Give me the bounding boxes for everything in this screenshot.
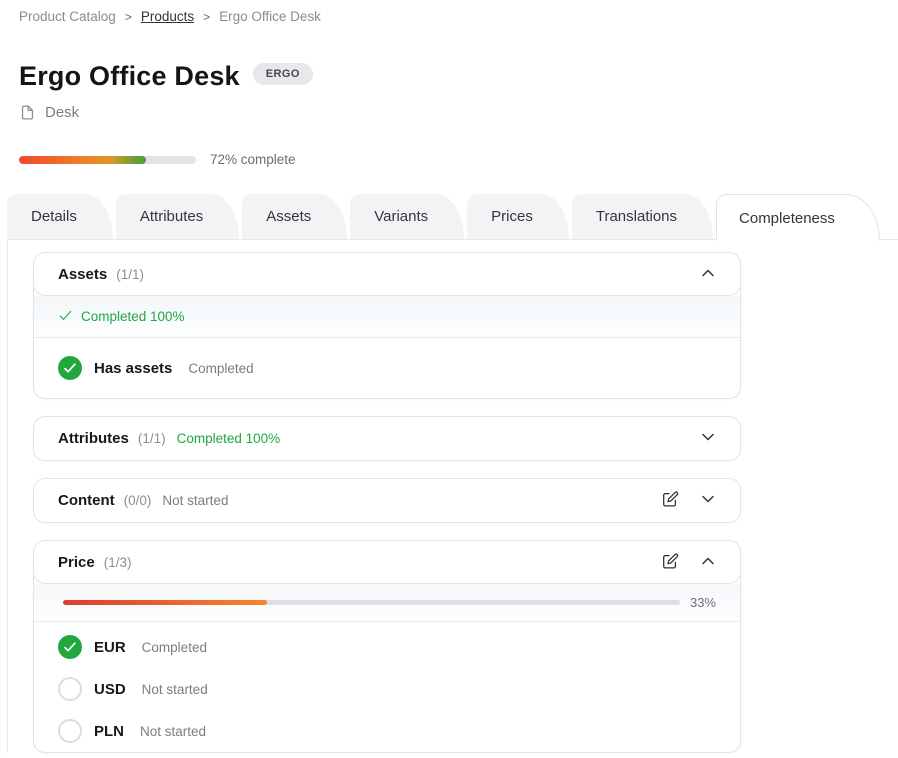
chevron-up-icon (700, 553, 716, 572)
assets-summary-label: Completed 100% (81, 309, 185, 324)
price-progress-bar (63, 600, 680, 605)
section-title: Assets (58, 266, 107, 283)
collapse-button[interactable] (700, 265, 716, 284)
section-count: (1/3) (104, 555, 132, 570)
category-row: Desk (19, 104, 898, 121)
section-count: (1/1) (116, 267, 144, 282)
breadcrumb-separator: > (203, 10, 210, 24)
tab-label: Details (31, 208, 77, 225)
currency-status: Not started (142, 682, 208, 697)
section-status: Completed 100% (177, 431, 281, 446)
overall-progress-bar (19, 156, 196, 164)
tab-label: Variants (374, 208, 428, 225)
section-title: Attributes (58, 430, 129, 447)
expand-button[interactable] (700, 491, 716, 510)
collapse-button[interactable] (700, 553, 716, 572)
edit-button[interactable] (661, 490, 679, 511)
edit-icon (661, 490, 679, 511)
price-progress-fill (63, 600, 267, 605)
check-circle-icon (58, 356, 82, 380)
edit-icon (661, 552, 679, 573)
tab-label: Attributes (140, 208, 203, 225)
file-icon (19, 104, 36, 121)
empty-circle-icon (58, 719, 82, 743)
breadcrumb-separator: > (125, 10, 132, 24)
price-row-pln: PLN Not started (34, 710, 740, 752)
sku-badge: ERGO (253, 63, 313, 85)
section-title: Content (58, 492, 115, 509)
product-completeness-page: Product Catalog > Products > Ergo Office… (0, 0, 898, 758)
check-icon (58, 308, 73, 326)
section-status: Not started (162, 493, 228, 508)
section-content: Content (0/0) Not started (33, 478, 741, 523)
rule-name: Has assets (94, 360, 172, 377)
page-title: Ergo Office Desk (19, 61, 240, 91)
assets-summary-row: Completed 100% (34, 296, 740, 338)
completeness-panel: Assets (1/1) Completed 100% (7, 239, 898, 753)
section-count: (0/0) (124, 493, 152, 508)
currency-name: PLN (94, 723, 124, 740)
currency-status: Completed (142, 640, 207, 655)
tab-attributes[interactable]: Attributes (116, 194, 239, 239)
currency-status: Not started (140, 724, 206, 739)
section-price-header[interactable]: Price (1/3) (33, 540, 741, 584)
section-attributes: Attributes (1/1) Completed 100% (33, 416, 741, 461)
tab-details[interactable]: Details (7, 194, 113, 239)
price-row-usd: USD Not started (34, 668, 740, 710)
breadcrumb-item-products[interactable]: Products (141, 9, 194, 24)
chevron-down-icon (700, 429, 716, 448)
overall-progress: 72% complete (19, 152, 898, 167)
price-progress-row: 33% (34, 584, 740, 622)
tab-bar: Details Attributes Assets Variants Price… (7, 194, 898, 239)
edit-button[interactable] (661, 552, 679, 573)
tab-completeness[interactable]: Completeness (716, 194, 880, 241)
section-assets: Assets (1/1) Completed 100% (33, 252, 741, 399)
overall-progress-fill (19, 156, 146, 164)
section-count: (1/1) (138, 431, 166, 446)
chevron-up-icon (700, 265, 716, 284)
tab-label: Translations (596, 208, 677, 225)
tab-label: Prices (491, 208, 533, 225)
tab-translations[interactable]: Translations (572, 194, 713, 239)
breadcrumb-item-current: Ergo Office Desk (219, 9, 321, 24)
chevron-down-icon (700, 491, 716, 510)
section-price: Price (1/3) (33, 540, 741, 753)
breadcrumb-item-catalog[interactable]: Product Catalog (19, 9, 116, 24)
price-progress-label: 33% (690, 595, 716, 610)
tab-assets[interactable]: Assets (242, 194, 347, 239)
check-circle-icon (58, 635, 82, 659)
tab-label: Assets (266, 208, 311, 225)
section-assets-header[interactable]: Assets (1/1) (33, 252, 741, 296)
category-label: Desk (45, 104, 79, 121)
overall-progress-label: 72% complete (210, 152, 296, 167)
price-items: EUR Completed USD Not started PLN Not st… (34, 622, 740, 752)
currency-name: EUR (94, 639, 126, 656)
section-content-header[interactable]: Content (0/0) Not started (34, 479, 740, 522)
expand-button[interactable] (700, 429, 716, 448)
tab-prices[interactable]: Prices (467, 194, 569, 239)
rule-status: Completed (188, 361, 253, 376)
section-attributes-header[interactable]: Attributes (1/1) Completed 100% (34, 417, 740, 460)
price-row-eur: EUR Completed (34, 626, 740, 668)
tab-variants[interactable]: Variants (350, 194, 464, 239)
tab-label: Completeness (739, 210, 835, 227)
currency-name: USD (94, 681, 126, 698)
empty-circle-icon (58, 677, 82, 701)
section-title: Price (58, 554, 95, 571)
page-header: Ergo Office Desk ERGO (19, 61, 898, 91)
asset-rule-row: Has assets Completed (34, 338, 740, 398)
breadcrumb: Product Catalog > Products > Ergo Office… (0, 0, 898, 24)
